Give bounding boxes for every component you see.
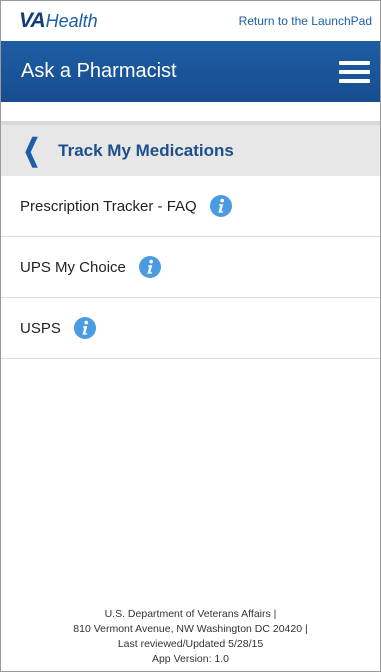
footer-line: 810 Vermont Avenue, NW Washington DC 204… (73, 623, 308, 635)
info-icon[interactable] (209, 195, 232, 217)
menu-line (339, 78, 370, 83)
footer-line: U.S. Department of Veterans Affairs | (104, 608, 277, 620)
info-icon[interactable] (73, 317, 96, 339)
logo-va-text: VA (19, 9, 46, 32)
list-item-prescription-tracker-faq[interactable]: Prescription Tracker - FAQ (1, 176, 380, 237)
va-health-logo[interactable]: VA Health (19, 9, 98, 33)
logo-health-text: Health (45, 11, 98, 31)
section-title: Track My Medications (58, 140, 234, 160)
return-to-launchpad-link[interactable]: Return to the LaunchPad (239, 14, 372, 28)
menu-line (339, 69, 370, 74)
list-item-label: UPS My Choice (20, 258, 126, 276)
list-item-usps[interactable]: USPS (1, 298, 380, 359)
info-icon[interactable] (138, 256, 161, 278)
top-bar: VA Health Return to the LaunchPad (1, 1, 380, 41)
hamburger-menu-icon[interactable] (339, 60, 370, 83)
list-item-ups-my-choice[interactable]: UPS My Choice (1, 237, 380, 298)
app-header: Ask a Pharmacist (1, 41, 380, 102)
app-frame: VA Health Return to the LaunchPad Ask a P… (0, 0, 381, 672)
footer: U.S. Department of Veterans Affairs | 81… (1, 607, 380, 667)
chevron-left-icon[interactable]: ❮ (23, 135, 41, 166)
app-title: Ask a Pharmacist (21, 60, 177, 82)
footer-line: App Version: 1.0 (151, 653, 230, 665)
list-item-label: Prescription Tracker - FAQ (20, 197, 197, 215)
list-item-label: USPS (20, 319, 61, 337)
track-medications-header[interactable]: ❮ Track My Medications (1, 121, 380, 176)
footer-line: Last reviewed/Updated 5/28/15 (117, 638, 264, 650)
menu-line (339, 60, 370, 65)
